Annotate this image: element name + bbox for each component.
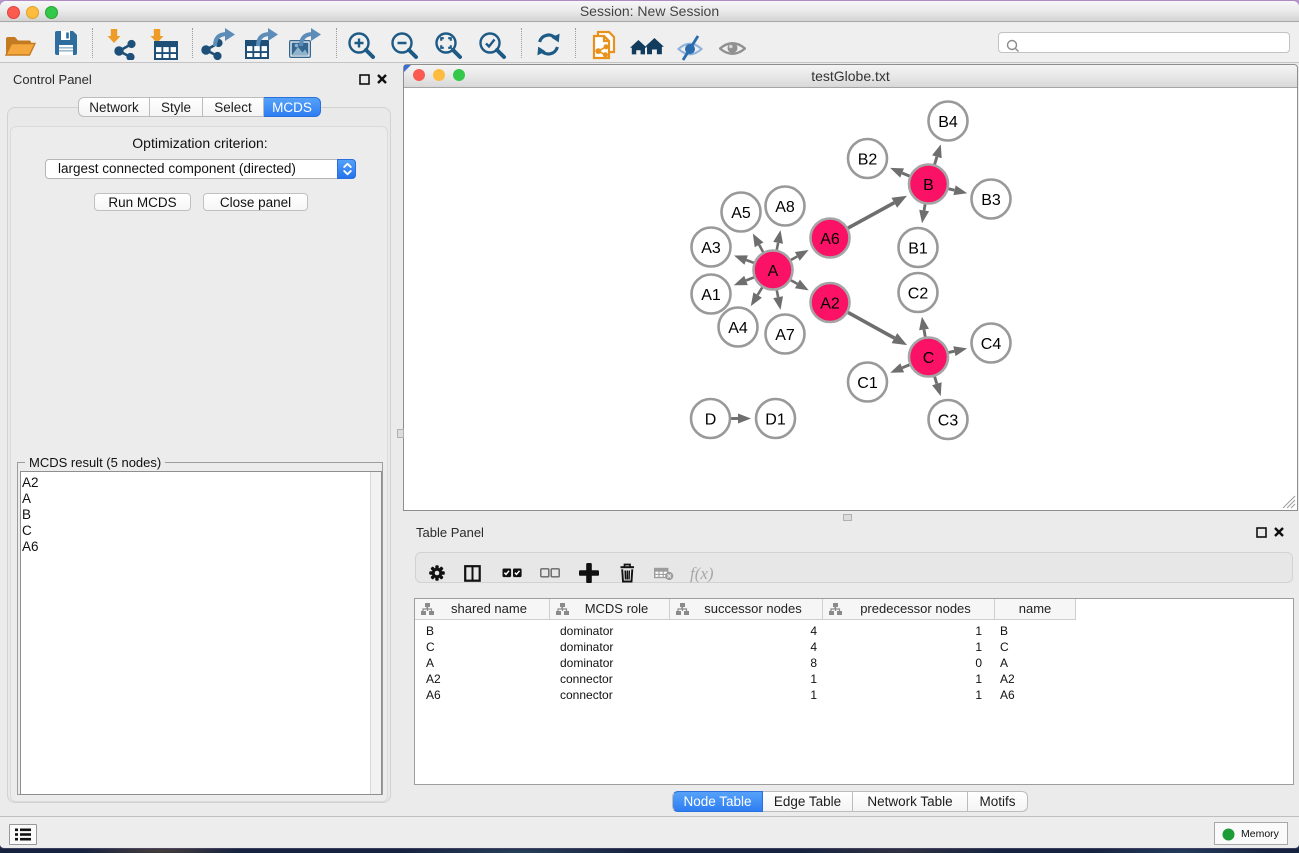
svg-text:B3: B3: [981, 192, 1001, 209]
svg-text:B4: B4: [938, 114, 958, 131]
svg-text:A5: A5: [731, 205, 751, 222]
svg-text:C4: C4: [981, 336, 1002, 353]
svg-text:D1: D1: [765, 412, 786, 429]
svg-text:C: C: [923, 350, 935, 367]
svg-text:C3: C3: [938, 413, 959, 430]
svg-text:B: B: [923, 177, 934, 194]
svg-text:A1: A1: [701, 287, 721, 304]
svg-text:A3: A3: [701, 240, 721, 257]
svg-text:D: D: [705, 412, 717, 429]
svg-text:A4: A4: [728, 320, 748, 337]
svg-text:C2: C2: [908, 286, 929, 303]
svg-text:A6: A6: [820, 231, 840, 248]
svg-text:A8: A8: [775, 199, 795, 216]
svg-text:A7: A7: [775, 327, 795, 344]
svg-text:B1: B1: [908, 241, 928, 258]
svg-text:A: A: [768, 263, 779, 280]
svg-text:C1: C1: [857, 375, 878, 392]
svg-text:A2: A2: [820, 296, 840, 313]
svg-text:B2: B2: [858, 152, 878, 169]
